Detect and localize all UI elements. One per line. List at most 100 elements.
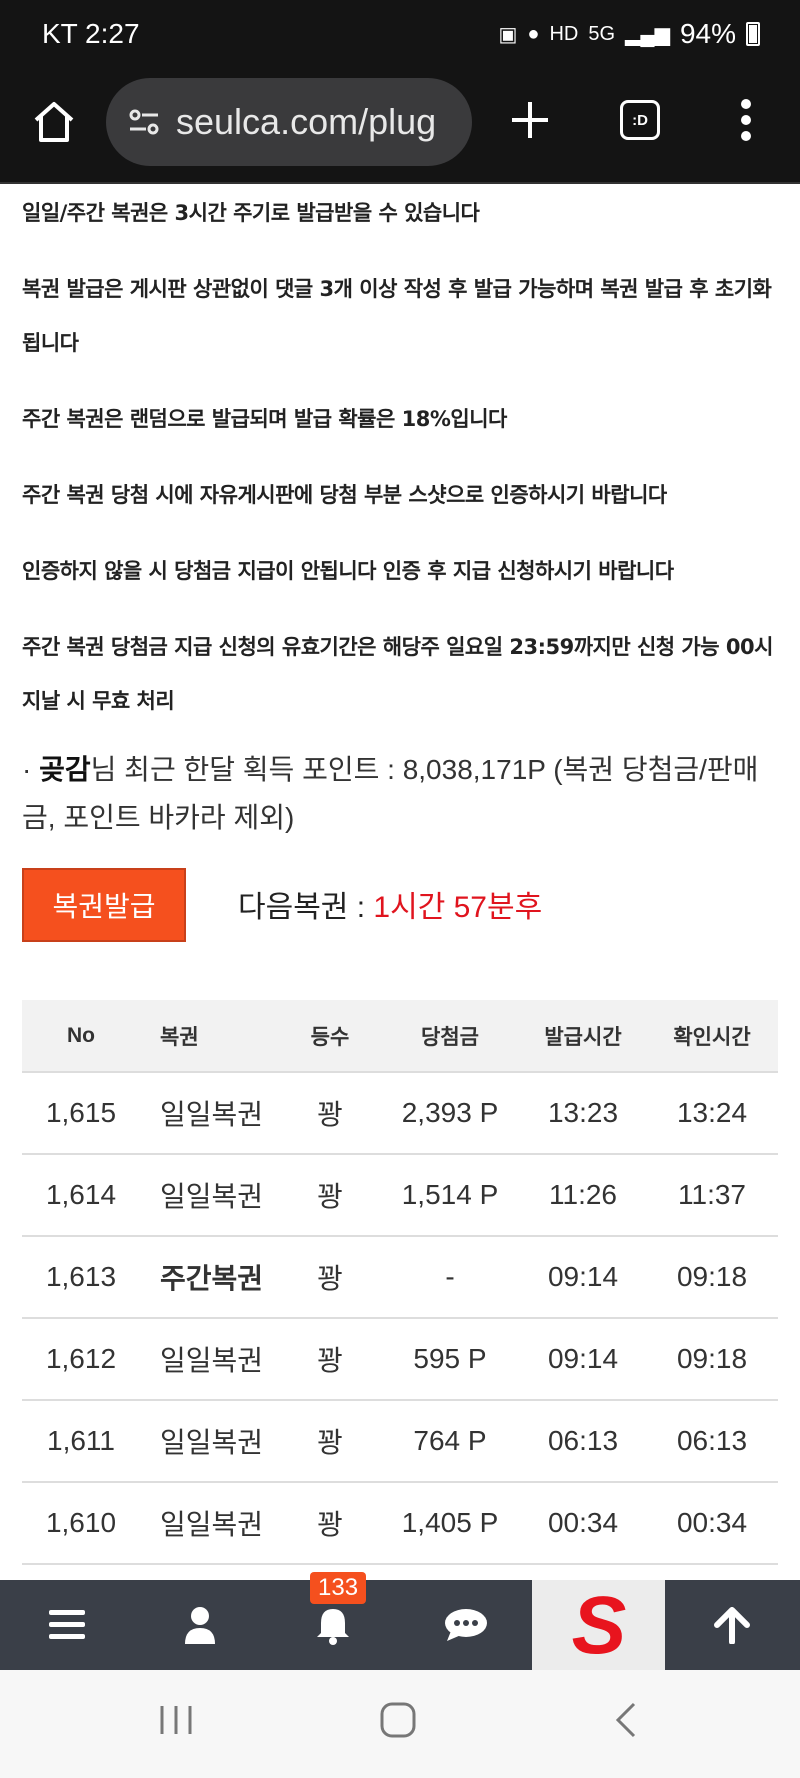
cell-issued: 06:13 [547,1425,619,1456]
cell-ticket: 주간복권 [160,1263,264,1294]
table-row: 1,610 일일복권 꽝 1,405 P 00:34 00:34 [22,1482,778,1564]
column-header-prize: 당첨금 [421,1025,479,1049]
column-header-rank: 등수 [310,1025,350,1049]
site-logo-button[interactable]: S [532,1580,665,1670]
column-header-issued: 발급시간 [544,1025,622,1049]
cell-rank: 꽝 [317,1509,343,1540]
tab-switcher-button[interactable]: :D [620,100,660,140]
user-icon [184,1607,215,1644]
cell-ticket: 일일복권 [160,1427,264,1458]
column-header-ticket: 복권 [160,1025,199,1049]
issue-row: 복권발급 다음복권 : 1시간 57분후 [22,860,782,950]
cell-no: 1,614 [45,1179,117,1210]
notice-line: 복권 발급은 게시판 상관없이 댓글 3개 이상 작성 후 발급 가능하며 복권… [22,277,772,355]
cell-checked: 09:18 [676,1343,748,1374]
cell-ticket: 일일복권 [160,1345,264,1376]
notice-line: 일일/주간 복권은 3시간 주기로 발급받을 수 있습니다 [22,201,480,225]
next-lottery-time: 1시간 57분후 [373,891,543,924]
site-logo: S [571,1587,626,1663]
cell-rank: 꽝 [317,1181,343,1212]
cell-prize: 764 P [413,1425,487,1456]
more-menu-icon[interactable] [740,98,752,142]
cell-rank: 꽝 [317,1345,343,1376]
table-header-row: No 복권 등수 당첨금 발급시간 확인시간 [22,1000,778,1072]
cell-prize: 1,405 P [401,1507,499,1538]
cell-rank: 꽝 [317,1099,343,1130]
table-row: 1,615 일일복권 꽝 2,393 P 13:23 13:24 [22,1072,778,1154]
points-text: 님 최근 한달 획득 포인트 : 8,038,171P (복권 당첨금/판매금,… [22,754,759,833]
hamburger-icon [48,1610,85,1639]
cell-prize: 2,393 P [401,1097,499,1128]
lottery-history-table: No 복권 등수 당첨금 발급시간 확인시간 1,615 일일복권 꽝 2,39… [22,1000,778,1565]
table-row: 1,614 일일복권 꽝 1,514 P 11:26 11:37 [22,1154,778,1236]
signal-icon: ▂▄▆ [625,23,670,46]
hd-icon: HD [549,22,579,45]
battery-percent: 94% [679,18,736,49]
notice-line: 주간 복권 당첨금 지급 신청의 유효기간은 해당주 일요일 23:59까지만 … [22,635,773,713]
cell-no: 1,612 [45,1343,117,1374]
cell-prize: 1,514 P [401,1179,499,1210]
column-header-no: No [67,1023,95,1047]
next-lottery-label: 다음복권 : 1시간 57분후 [238,882,542,926]
url-text: seulca.com/plug [176,101,437,142]
page-content: 일일/주간 복권은 3시간 주기로 발급받을 수 있습니다 복권 발급은 게시판… [22,186,782,950]
site-settings-icon[interactable] [126,104,162,140]
browser-toolbar: seulca.com/plug :D [0,74,800,184]
notice-line: 인증하지 않을 시 당첨금 지급이 안됩니다 인증 후 지급 신청하시기 바랍니… [22,559,674,583]
address-bar[interactable]: seulca.com/plug [106,78,472,166]
cell-ticket: 일일복권 [160,1099,264,1130]
chat-button[interactable] [399,1580,532,1670]
notification-count-badge: 133 [310,1572,367,1604]
bottom-nav: 133 S [0,1572,800,1670]
notice-line: 주간 복권 당첨 시에 자유게시판에 당첨 부분 스샷으로 인증하시기 바랍니다 [22,483,667,507]
cell-issued: 09:14 [547,1261,619,1292]
issue-lottery-button[interactable]: 복권발급 [22,868,186,942]
next-lottery-text: 다음복권 : [238,891,374,924]
cell-issued: 11:26 [549,1179,617,1210]
column-header-checked: 확인시간 [673,1025,751,1049]
cell-checked: 13:24 [676,1097,748,1128]
bell-icon [316,1609,349,1645]
new-tab-icon[interactable] [508,98,552,142]
location-icon: ● [527,22,540,45]
logo-letter: S [571,1587,626,1663]
cell-issued: 00:34 [547,1507,619,1538]
arrow-up-icon [713,1607,750,1644]
cell-no: 1,610 [45,1507,117,1538]
notifications-button[interactable]: 133 [266,1572,399,1670]
table-row: 1,613 주간복권 꽝 - 09:14 09:18 [22,1236,778,1318]
chat-bubble-icon [444,1609,487,1641]
home-nav-icon[interactable] [378,1700,418,1740]
clipboard-icon: ▣ [498,23,518,46]
cell-rank: 꽝 [317,1427,343,1458]
cell-prize: - [445,1261,455,1292]
menu-button[interactable] [0,1580,133,1670]
status-bar: KT 2:27 ▣ ● HD 5G ▂▄▆ 94% [0,0,800,74]
cell-issued: 09:14 [547,1343,619,1374]
cell-rank: 꽝 [317,1263,343,1294]
system-nav-bar [0,1670,800,1778]
cell-issued: 13:23 [547,1097,619,1128]
cell-checked: 06:13 [676,1425,748,1456]
nickname: 곶감 [39,754,91,785]
notice-line: 주간 복권은 랜덤으로 발급되며 발급 확률은 18%입니다 [22,407,507,431]
cell-ticket: 일일복권 [160,1181,264,1212]
cell-prize: 595 P [413,1343,487,1374]
profile-button[interactable] [133,1580,266,1670]
cell-no: 1,615 [45,1097,117,1128]
home-icon[interactable] [30,98,78,146]
cell-no: 1,611 [47,1425,115,1456]
cell-checked: 09:18 [676,1261,748,1292]
scroll-top-button[interactable] [665,1580,798,1670]
network-5g-icon: 5G [588,22,616,45]
cell-checked: 11:37 [678,1179,746,1210]
bullet: · [22,754,32,785]
cell-checked: 00:34 [676,1507,748,1538]
battery-icon [746,22,760,46]
points-summary: · 곶감님 최근 한달 획득 포인트 : 8,038,171P (복권 당첨금/… [22,746,782,842]
cell-ticket: 일일복권 [160,1509,264,1540]
back-icon[interactable] [606,1700,646,1740]
recent-apps-icon[interactable] [156,1700,196,1740]
carrier-time: KT 2:27 [42,18,140,49]
cell-no: 1,613 [45,1261,117,1292]
